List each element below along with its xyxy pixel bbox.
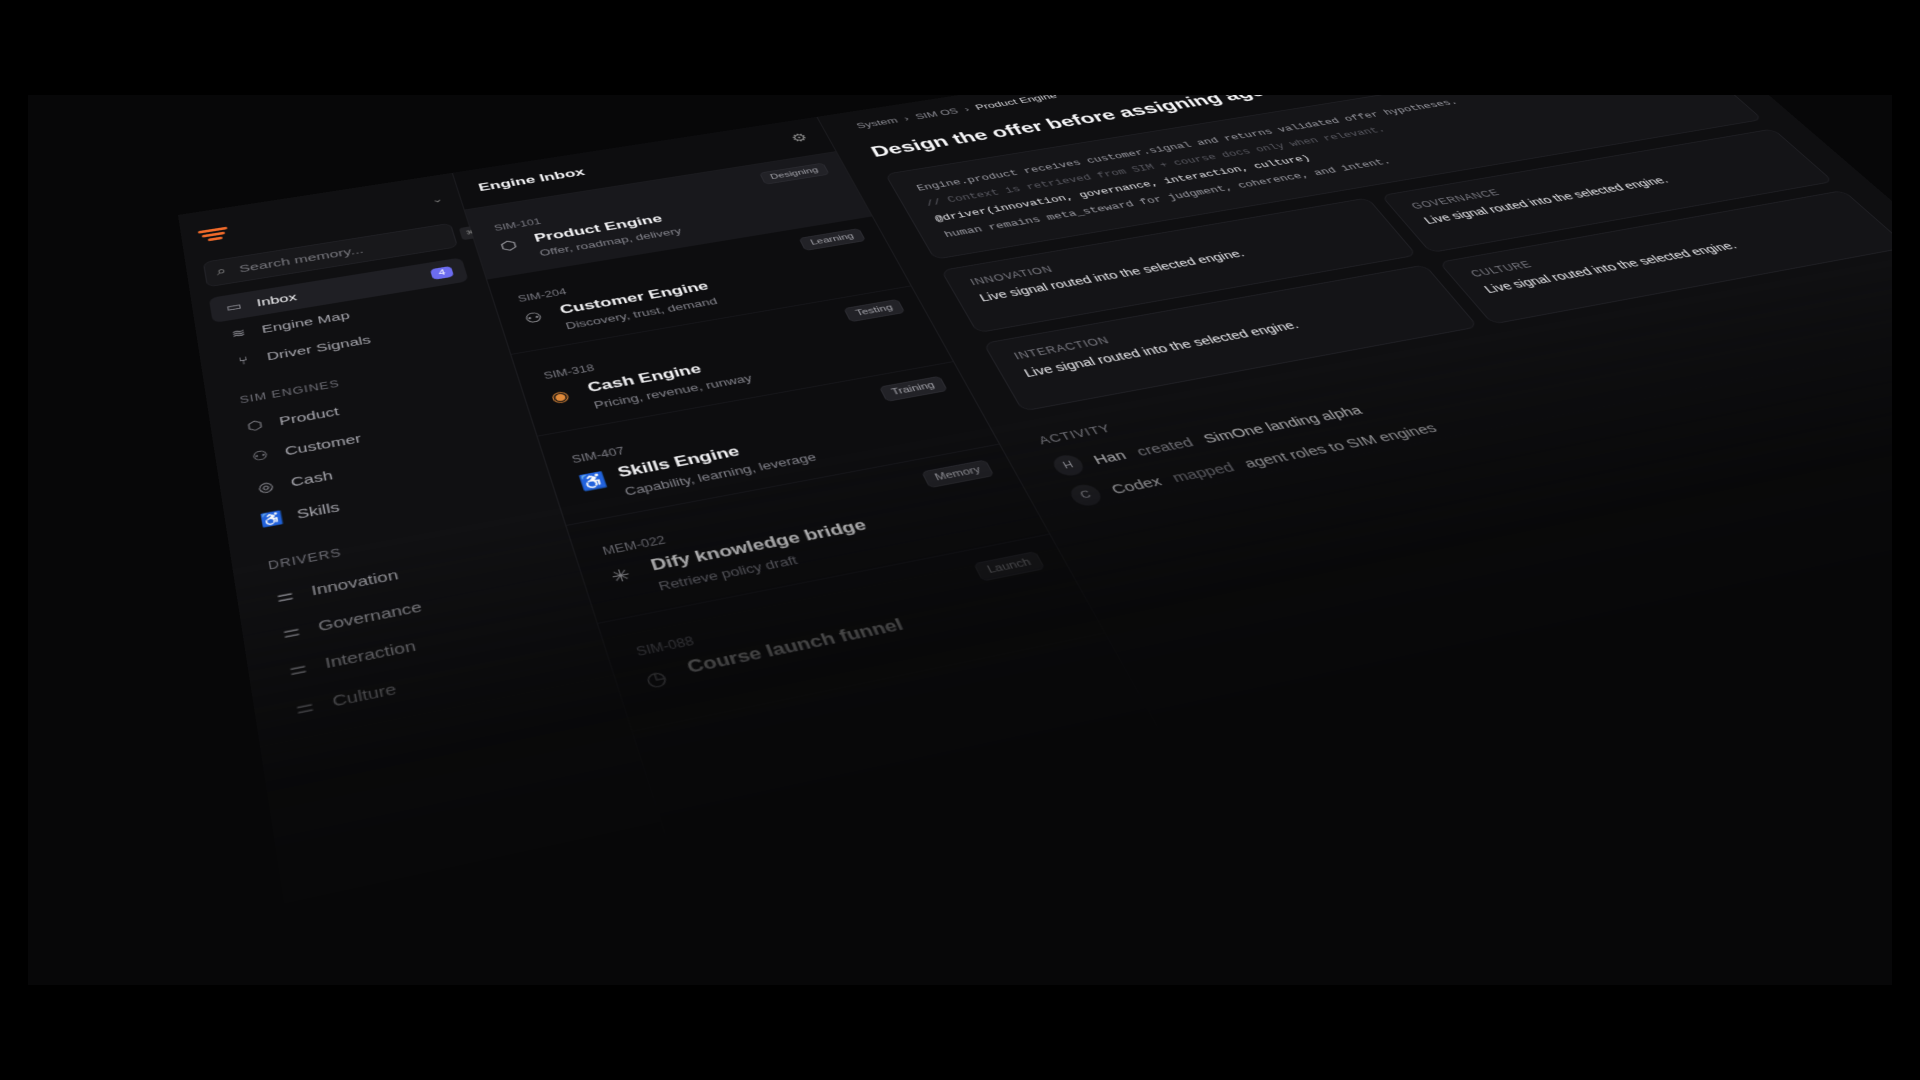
nav-label: Customer <box>283 431 363 459</box>
sliders-icon: ⚌ <box>275 586 296 606</box>
nav-label: Product <box>277 404 341 429</box>
nav-label: Skills <box>295 499 341 522</box>
coin-icon: ◎ <box>256 478 275 496</box>
screenshot-stage: ⌄ ⌕ ⌘K ▭ Inbox 4 ≋ Engine Map ⑂ Driver S… <box>28 95 1892 985</box>
activity-actor: Han <box>1090 447 1130 468</box>
perspective-scene: ⌄ ⌕ ⌘K ▭ Inbox 4 ≋ Engine Map ⑂ Driver S… <box>28 95 1892 985</box>
inbox-title: Engine Inbox <box>476 165 587 194</box>
inbox-icon: ▭ <box>225 300 243 315</box>
nav-label: Inbox <box>255 290 298 309</box>
branch-icon: ⑂ <box>237 353 250 368</box>
sparkle-icon: ✳ <box>608 565 634 587</box>
sliders-icon: ⚌ <box>281 622 302 642</box>
activity-verb: created <box>1133 434 1197 459</box>
settings-icon[interactable]: ⚙ <box>789 131 811 145</box>
inbox-count-badge: 4 <box>429 265 455 280</box>
brand-logo-icon <box>197 225 230 242</box>
accessibility-icon: ♿ <box>577 470 610 493</box>
clock-icon: ◷ <box>642 666 670 691</box>
breadcrumb-item[interactable]: System <box>855 116 900 131</box>
chevron-right-icon: › <box>962 104 972 114</box>
app-window: ⌄ ⌕ ⌘K ▭ Inbox 4 ≋ Engine Map ⑂ Driver S… <box>178 95 1892 985</box>
users-icon: ⚇ <box>251 448 270 465</box>
accessibility-icon: ♿ <box>259 510 285 529</box>
nav-label: Cash <box>289 468 335 490</box>
activity-verb: mapped <box>1169 459 1238 486</box>
package-icon: ⬡ <box>498 237 520 254</box>
breadcrumb-current: Product Engine <box>973 95 1059 112</box>
chevron-down-icon[interactable]: ⌄ <box>430 193 445 205</box>
nav-label: Culture <box>330 680 398 711</box>
package-icon: ⬡ <box>246 418 264 435</box>
sliders-icon: ⚌ <box>294 697 316 719</box>
activity-actor: Codex <box>1108 473 1165 498</box>
coin-icon: ◉ <box>548 387 572 406</box>
search-icon: ⌕ <box>215 265 228 279</box>
sliders-icon: ⚌ <box>287 659 309 680</box>
avatar: H <box>1049 453 1088 478</box>
layers-icon: ≋ <box>230 326 247 341</box>
breadcrumb-item[interactable]: SIM OS <box>913 106 960 121</box>
nav-label: Innovation <box>310 566 400 599</box>
avatar: C <box>1066 482 1106 508</box>
chevron-right-icon: › <box>901 113 911 123</box>
users-icon: ⚇ <box>522 309 545 327</box>
nav-label: Interaction <box>323 637 418 672</box>
